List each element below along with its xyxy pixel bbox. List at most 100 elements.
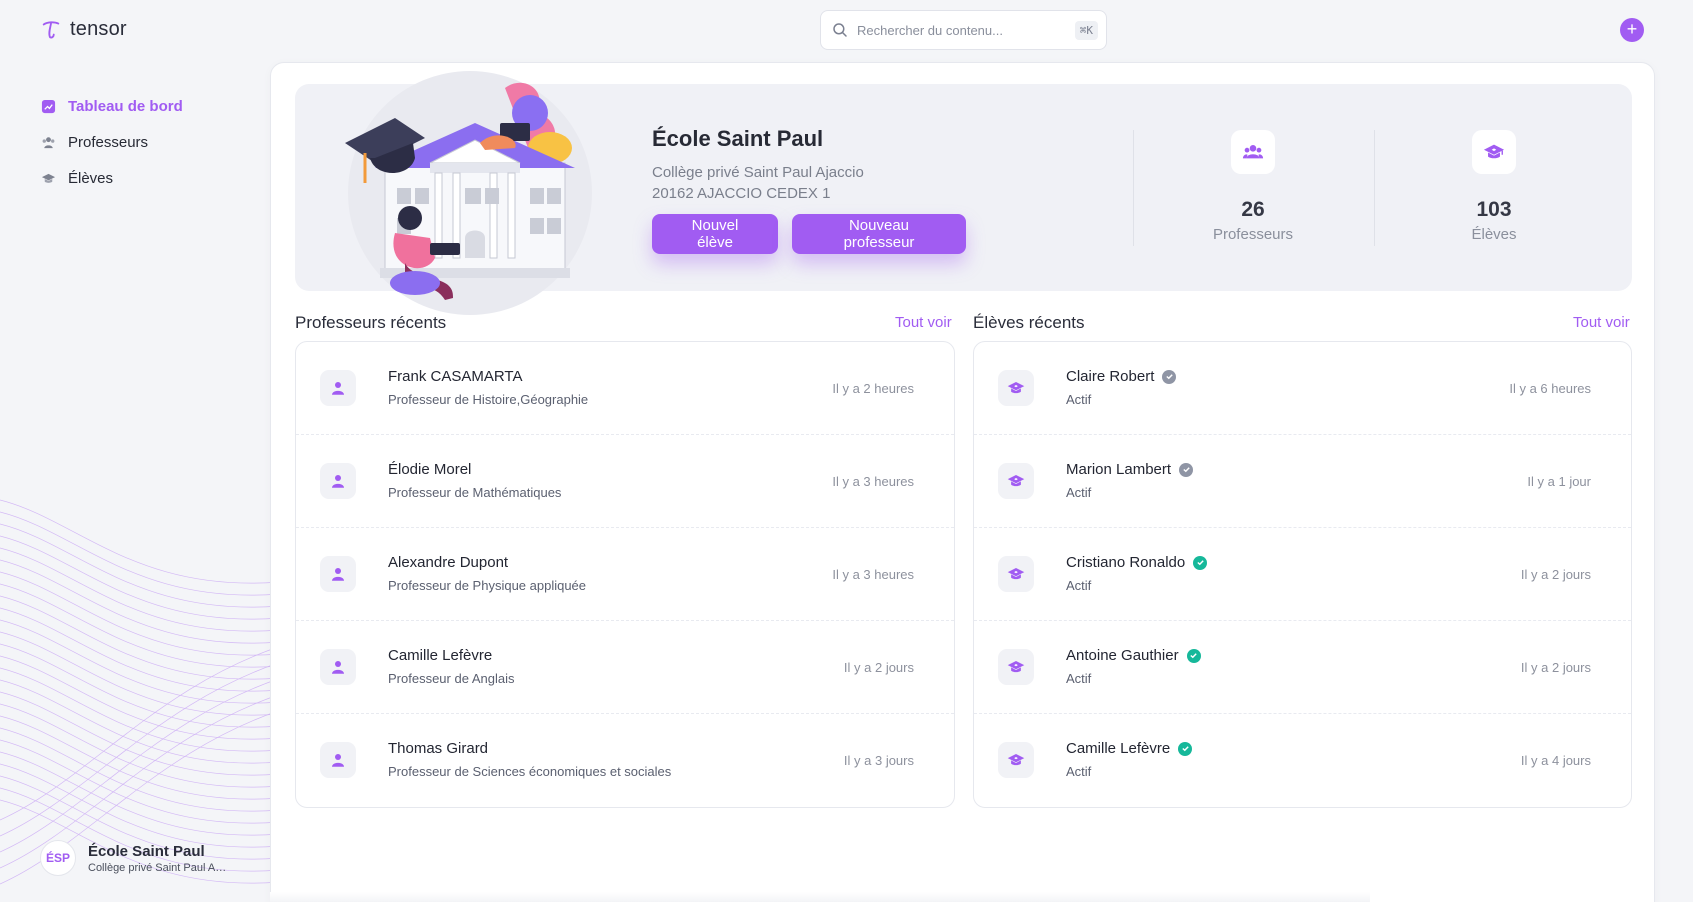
new-student-button[interactable]: Nouvel élève: [652, 214, 778, 254]
teacher-timestamp: Il y a 2 jours: [843, 660, 914, 675]
student-status: Actif: [1066, 578, 1092, 593]
student-timestamp: Il y a 2 jours: [1520, 567, 1591, 582]
graduation-cap-icon: [40, 170, 56, 186]
teacher-name: Thomas Girard: [388, 740, 489, 757]
graduation-cap-icon: [998, 649, 1034, 685]
teacher-subject: Professeur de Sciences économiques et so…: [388, 764, 672, 779]
teacher-row[interactable]: Thomas Girard Professeur de Sciences éco…: [296, 714, 954, 807]
users-icon: [1231, 130, 1275, 174]
student-row[interactable]: Claire Robert Actif Il y a 6 heures: [974, 342, 1631, 435]
teacher-subject: Professeur de Anglais: [388, 671, 515, 686]
bottom-fade: [270, 892, 1370, 902]
stat-teachers: 26 Professeurs: [1133, 130, 1373, 243]
app-logo[interactable]: tensor: [40, 18, 127, 41]
graduation-cap-icon: [998, 370, 1034, 406]
student-name: Marion Lambert: [1066, 461, 1172, 478]
verified-badge-icon: [1186, 648, 1201, 663]
user-icon: [320, 370, 356, 406]
student-name: Camille Lefèvre: [1066, 740, 1171, 757]
user-icon: [320, 556, 356, 592]
background-waves: [0, 499, 300, 885]
recent-teachers-list: Frank CASAMARTA Professeur de Histoire,G…: [295, 341, 955, 808]
graduation-cap-icon: [998, 556, 1034, 592]
teacher-name: Alexandre Dupont: [388, 554, 509, 571]
sidebar-item-dashboard[interactable]: Tableau de bord: [40, 88, 183, 124]
stat-label: Élèves: [1471, 226, 1517, 243]
school-illustration: [345, 71, 592, 315]
sidebar-item-label: Professeurs: [68, 133, 149, 151]
student-status: Actif: [1066, 485, 1092, 500]
student-timestamp: Il y a 1 jour: [1527, 474, 1591, 489]
school-name: École Saint Paul: [88, 842, 205, 860]
teacher-subject: Professeur de Physique appliquée: [388, 578, 587, 593]
sidebar-nav: Tableau de bord Professeurs Élèves: [40, 88, 183, 196]
teachers-see-all-link[interactable]: Tout voir: [895, 314, 952, 331]
student-timestamp: Il y a 6 heures: [1509, 381, 1591, 396]
school-avatar: ÉSP: [40, 840, 76, 876]
teacher-name: Camille Lefèvre: [388, 647, 493, 664]
users-icon: [40, 134, 56, 150]
students-see-all-link[interactable]: Tout voir: [1573, 314, 1630, 331]
stat-value: 26: [1241, 198, 1265, 221]
school-title: École Saint Paul: [652, 126, 824, 151]
recent-students-title: Élèves récents: [973, 313, 1085, 332]
search-input[interactable]: [857, 22, 1075, 38]
student-timestamp: Il y a 2 jours: [1520, 660, 1591, 675]
teacher-timestamp: Il y a 2 heures: [832, 381, 914, 396]
student-status: Actif: [1066, 671, 1092, 686]
teacher-row[interactable]: Élodie Morel Professeur de Mathématiques…: [296, 435, 954, 528]
search-shortcut: ⌘K: [1074, 20, 1098, 40]
school-type: Collège privé Saint Paul Ajaccio: [652, 164, 864, 181]
user-icon: [320, 463, 356, 499]
teacher-name: Frank CASAMARTA: [388, 368, 523, 385]
recent-students-list: Claire Robert Actif Il y a 6 heures Mari…: [973, 341, 1632, 808]
student-name: Antoine Gauthier: [1066, 647, 1179, 664]
tensor-logo-icon: [42, 20, 60, 38]
main-panel: École Saint Paul Collège privé Saint Pau…: [270, 62, 1655, 902]
new-teacher-button[interactable]: Nouveau professeur: [792, 214, 966, 254]
teacher-name: Élodie Morel: [388, 461, 472, 478]
search-bar[interactable]: ⌘K: [820, 10, 1107, 50]
sidebar-item-label: Tableau de bord: [68, 97, 183, 115]
student-status: Actif: [1066, 764, 1092, 779]
student-row[interactable]: Cristiano Ronaldo Actif Il y a 2 jours: [974, 528, 1631, 621]
stat-value: 103: [1476, 198, 1512, 221]
search-icon: [833, 23, 847, 37]
student-row[interactable]: Camille Lefèvre Actif Il y a 4 jours: [974, 714, 1631, 807]
student-name: Cristiano Ronaldo: [1066, 554, 1186, 571]
graduation-cap-icon: [998, 742, 1034, 778]
teacher-timestamp: Il y a 3 heures: [832, 567, 914, 582]
verified-badge-icon: [1193, 555, 1208, 570]
graduation-cap-icon: [1472, 130, 1516, 174]
sidebar-item-label: Élèves: [68, 169, 114, 187]
school-address: 20162 AJACCIO CEDEX 1: [652, 185, 831, 202]
school-subtitle: Collège privé Saint Paul Ajaccio: [88, 861, 228, 874]
school-hero-card: École Saint Paul Collège privé Saint Pau…: [295, 71, 1632, 315]
verified-badge-icon: [1179, 462, 1194, 477]
teacher-row[interactable]: Alexandre Dupont Professeur de Physique …: [296, 528, 954, 621]
teacher-row[interactable]: Camille Lefèvre Professeur de Anglais Il…: [296, 621, 954, 714]
stat-label: Professeurs: [1212, 226, 1294, 243]
teacher-subject: Professeur de Mathématiques: [388, 485, 562, 500]
school-switcher[interactable]: ÉSP École Saint Paul Collège privé Saint…: [40, 840, 228, 876]
teacher-timestamp: Il y a 3 jours: [843, 753, 914, 768]
teacher-row[interactable]: Frank CASAMARTA Professeur de Histoire,G…: [296, 342, 954, 435]
teacher-subject: Professeur de Histoire,Géographie: [388, 392, 589, 407]
student-timestamp: Il y a 4 jours: [1520, 753, 1591, 768]
stat-students: 103 Élèves: [1374, 130, 1614, 243]
recent-teachers-title: Professeurs récents: [295, 313, 447, 332]
user-icon: [320, 742, 356, 778]
teacher-timestamp: Il y a 3 heures: [832, 474, 914, 489]
add-button[interactable]: +: [1620, 18, 1644, 42]
sidebar-item-professeurs[interactable]: Professeurs: [40, 124, 183, 160]
verified-badge-icon: [1178, 741, 1193, 756]
verified-badge-icon: [1162, 369, 1177, 384]
sidebar-item-eleves[interactable]: Élèves: [40, 160, 183, 196]
student-status: Actif: [1066, 392, 1092, 407]
dashboard-icon: [40, 98, 56, 114]
student-row[interactable]: Antoine Gauthier Actif Il y a 2 jours: [974, 621, 1631, 714]
user-icon: [320, 649, 356, 685]
app-name: tensor: [70, 18, 127, 40]
student-name: Claire Robert: [1066, 368, 1155, 385]
student-row[interactable]: Marion Lambert Actif Il y a 1 jour: [974, 435, 1631, 528]
